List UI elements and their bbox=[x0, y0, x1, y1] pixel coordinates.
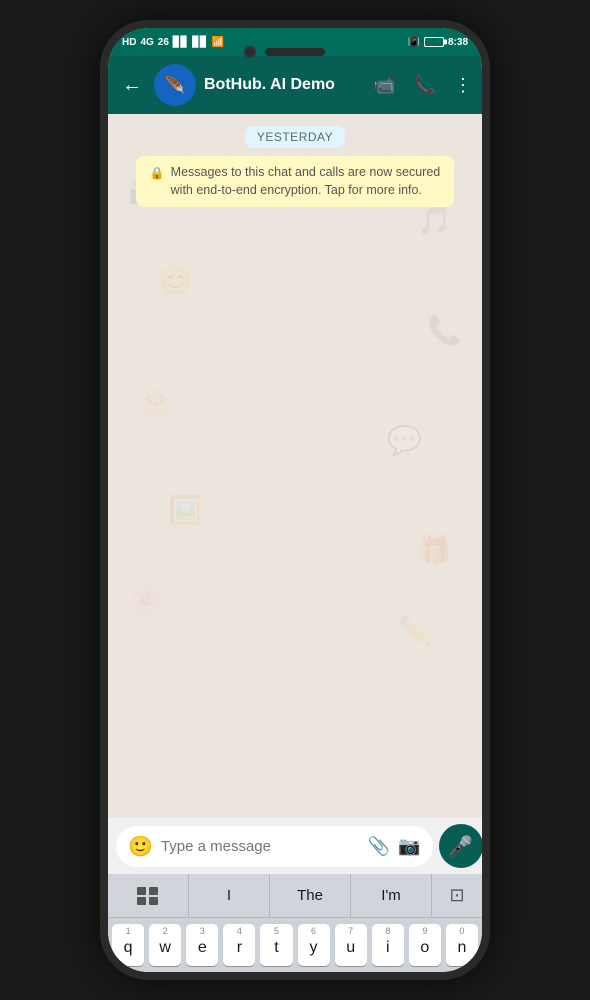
time-display: 8:38 bbox=[448, 37, 468, 48]
wifi-icon: 📶 bbox=[212, 37, 224, 48]
key-e[interactable]: 3e bbox=[186, 924, 218, 966]
phone-speaker bbox=[265, 48, 325, 56]
keyboard-suggestions: I The I'm ⊡ bbox=[108, 874, 482, 918]
mic-icon: 🎤 bbox=[448, 834, 473, 859]
contact-avatar[interactable]: 🪶 bbox=[154, 64, 196, 106]
key-o[interactable]: 9o bbox=[409, 924, 441, 966]
chat-header: ← 🪶 BotHub. AI Demo 📹 📞 ⋮ bbox=[108, 56, 482, 114]
encryption-notice[interactable]: 🔒 Messages to this chat and calls are no… bbox=[136, 156, 455, 207]
key-t[interactable]: 5t bbox=[260, 924, 292, 966]
mic-button[interactable]: 🎤 bbox=[439, 824, 482, 868]
input-area: 🙂 📎 📷 🎤 bbox=[108, 818, 482, 874]
more-options-button[interactable]: ⋮ bbox=[454, 75, 472, 96]
phone-screen: HD 4G 26 ▊▊ ▊▊ 📶 📳 8:38 ← 🪶 bbox=[108, 28, 482, 972]
key-n[interactable]: 0n bbox=[446, 924, 478, 966]
suggestion-the[interactable]: The bbox=[270, 874, 351, 917]
battery-icon bbox=[424, 37, 444, 47]
hd-indicator: HD bbox=[122, 37, 136, 48]
message-input[interactable] bbox=[161, 838, 360, 855]
key-q[interactable]: 1q bbox=[112, 924, 144, 966]
key-r[interactable]: 4r bbox=[223, 924, 255, 966]
key-w[interactable]: 2w bbox=[149, 924, 181, 966]
camera-button[interactable]: 📷 bbox=[398, 836, 420, 857]
svg-text:🪶: 🪶 bbox=[165, 74, 185, 94]
signal-bars-1: ▊▊ bbox=[173, 37, 188, 48]
phone-camera bbox=[244, 46, 256, 58]
collapse-icon: ⊡ bbox=[449, 885, 464, 906]
back-button[interactable]: ← bbox=[118, 74, 146, 97]
chat-area: 📷 🎵 😊 📞 🎂 💬 🖼️ 🎁 🌸 ✏️ YESTERDAY 🔒 Messag… bbox=[108, 114, 482, 818]
suggestion-i[interactable]: I bbox=[189, 874, 270, 917]
key-i[interactable]: 8i bbox=[372, 924, 404, 966]
collapse-keyboard-button[interactable]: ⊡ bbox=[432, 874, 482, 917]
key-y[interactable]: 6y bbox=[298, 924, 330, 966]
key-u[interactable]: 7u bbox=[335, 924, 367, 966]
emoji-button[interactable]: 🙂 bbox=[128, 834, 153, 859]
phone-call-button[interactable]: 📞 bbox=[414, 75, 436, 96]
signal-26: 26 bbox=[158, 37, 169, 48]
message-input-wrapper: 🙂 📎 📷 bbox=[116, 826, 433, 867]
chat-messages: YESTERDAY 🔒 Messages to this chat and ca… bbox=[108, 114, 482, 219]
signal-bars-2: ▊▊ bbox=[192, 37, 207, 48]
suggestion-im[interactable]: I'm bbox=[351, 874, 432, 917]
video-call-button[interactable]: 📹 bbox=[373, 75, 395, 96]
status-right: 📳 8:38 bbox=[408, 37, 468, 48]
chat-background bbox=[108, 114, 482, 818]
date-divider: YESTERDAY bbox=[245, 126, 345, 148]
keyboard-grid: 1q 2w 3e 4r 5t 6y 7u 8i 9o 0n bbox=[108, 918, 482, 972]
contact-info[interactable]: BotHub. AI Demo bbox=[204, 76, 365, 94]
contact-name: BotHub. AI Demo bbox=[204, 76, 365, 94]
vibrate-icon: 📳 bbox=[408, 37, 420, 48]
4g-indicator: 4G bbox=[140, 37, 153, 48]
attach-button[interactable]: 📎 bbox=[368, 836, 390, 857]
lock-icon: 🔒 bbox=[150, 165, 165, 182]
keyboard-row-1: 1q 2w 3e 4r 5t 6y 7u 8i 9o 0n bbox=[112, 924, 478, 966]
phone-frame: HD 4G 26 ▊▊ ▊▊ 📶 📳 8:38 ← 🪶 bbox=[100, 20, 490, 980]
header-icons: 📹 📞 ⋮ bbox=[373, 75, 472, 96]
encryption-text: Messages to this chat and calls are now … bbox=[171, 164, 441, 199]
status-left: HD 4G 26 ▊▊ ▊▊ 📶 bbox=[122, 37, 224, 48]
suggestion-apps[interactable] bbox=[108, 874, 189, 917]
